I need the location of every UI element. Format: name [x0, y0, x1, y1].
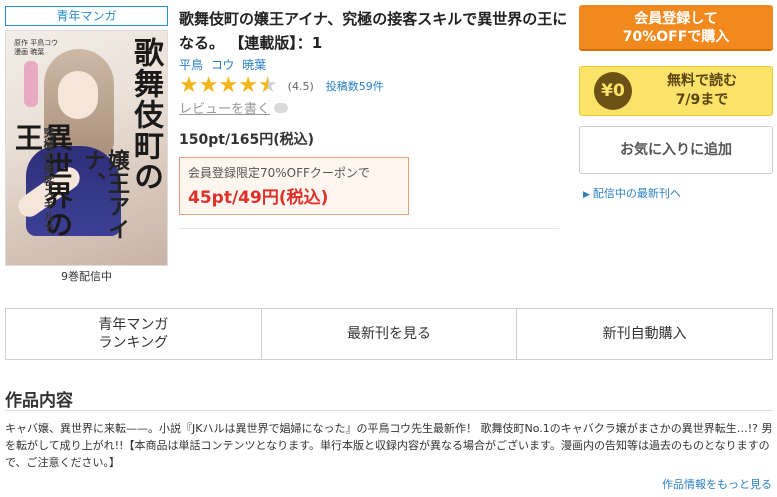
cover-title-line1: 歌舞伎町の [128, 37, 163, 192]
latest-volume-link[interactable]: ▶ 配信中の最新刊へ [583, 185, 681, 201]
rating-score: (4.5) [287, 79, 314, 93]
cover-credit-art: 漫画 暁葉 [14, 48, 45, 56]
tab-latest[interactable]: 最新刊を見る [262, 309, 518, 359]
price: 150pt/165円(税込) [179, 132, 315, 148]
free-read-line2: 7/9まで [675, 92, 729, 108]
volume-note: 9巻配信中 [61, 270, 112, 283]
section-divider [5, 410, 773, 411]
star-icon: ★ [218, 73, 239, 98]
free-read-button[interactable]: ¥0 無料で読む 7/9まで [579, 66, 773, 116]
cover-art-bottle [24, 61, 38, 107]
cover-title-line4: 究極の接客スキルで [42, 127, 55, 235]
star-rating: ★ ★ ★ ★ ★ [179, 74, 278, 98]
speech-bubble-icon [274, 102, 289, 113]
cover-credit: 原作 平鳥コウ 漫画 暁葉 [14, 39, 58, 57]
free-read-text: 無料で読む 7/9まで [632, 72, 772, 110]
section-title: 作品内容 [5, 391, 73, 411]
write-review-link[interactable]: レビューを書く [179, 98, 289, 117]
author-link[interactable]: 平鳥 [179, 58, 203, 72]
author-link[interactable]: 暁葉 [242, 58, 266, 72]
cover-title-line2: 嬢王アイナ、 [80, 149, 130, 241]
register-button-line1: 会員登録して [634, 11, 718, 27]
star-icon: ★ [179, 73, 199, 98]
genre-badge[interactable]: 青年マンガ [5, 6, 168, 26]
action-tab-bar: 青年マンガ ランキング 最新刊を見る 新刊自動購入 [5, 308, 773, 360]
cover-image[interactable]: 原作 平鳥コウ 漫画 暁葉 歌舞伎町の 嬢王アイナ、 異世界の王 究極の接客スキ… [5, 30, 168, 266]
tab-ranking-line1: 青年マンガ [98, 317, 169, 333]
rating: ★ ★ ★ ★ ★ (4.5) 投稿数59件 [179, 74, 384, 98]
author-list: 平鳥 コウ 暁葉 [179, 56, 270, 73]
free-read-line1: 無料で読む [667, 73, 737, 89]
divider [179, 228, 559, 229]
coupon-price: 45pt/49円(税込) [188, 188, 329, 208]
coupon-box: 会員登録限定70%OFFクーポンで 45pt/49円(税込) [179, 157, 409, 215]
star-icon: ★ [198, 73, 219, 98]
half-star-icon: ★ [257, 73, 278, 98]
register-purchase-button[interactable]: 会員登録して 70%OFFで購入 [579, 5, 773, 51]
review-count-link[interactable]: 投稿数59件 [326, 78, 384, 94]
more-info-link[interactable]: 作品情報をもっと見る [662, 476, 772, 492]
book-title: 歌舞伎町の嬢王アイナ、究極の接客スキルで異世界の王になる。 【連載版】：1 [179, 10, 568, 52]
tab-auto-buy[interactable]: 新刊自動購入 [517, 309, 772, 359]
register-button-line2: 70%OFFで購入 [622, 29, 730, 45]
latest-volume-label: 配信中の最新刊へ [592, 187, 681, 200]
triangle-right-icon: ▶ [583, 190, 590, 200]
write-review-label: レビューを書く [179, 102, 271, 117]
description: キャバ嬢、異世界に来転——。小説『JKハルは異世界で娼婦になった』の平鳥コウ先生… [5, 422, 773, 469]
add-favorite-button[interactable]: お気に入りに追加 [579, 126, 773, 174]
star-icon: ★ [238, 73, 258, 98]
author-link[interactable]: コウ [211, 58, 235, 72]
tab-ranking-line2: ランキング [98, 335, 169, 351]
cover-art-face [58, 71, 98, 119]
coupon-label: 会員登録限定70%OFFクーポンで [188, 166, 370, 180]
cover-credit-original: 原作 平鳥コウ [14, 39, 58, 47]
yen-zero-icon: ¥0 [594, 72, 632, 110]
tab-ranking[interactable]: 青年マンガ ランキング [6, 309, 262, 359]
